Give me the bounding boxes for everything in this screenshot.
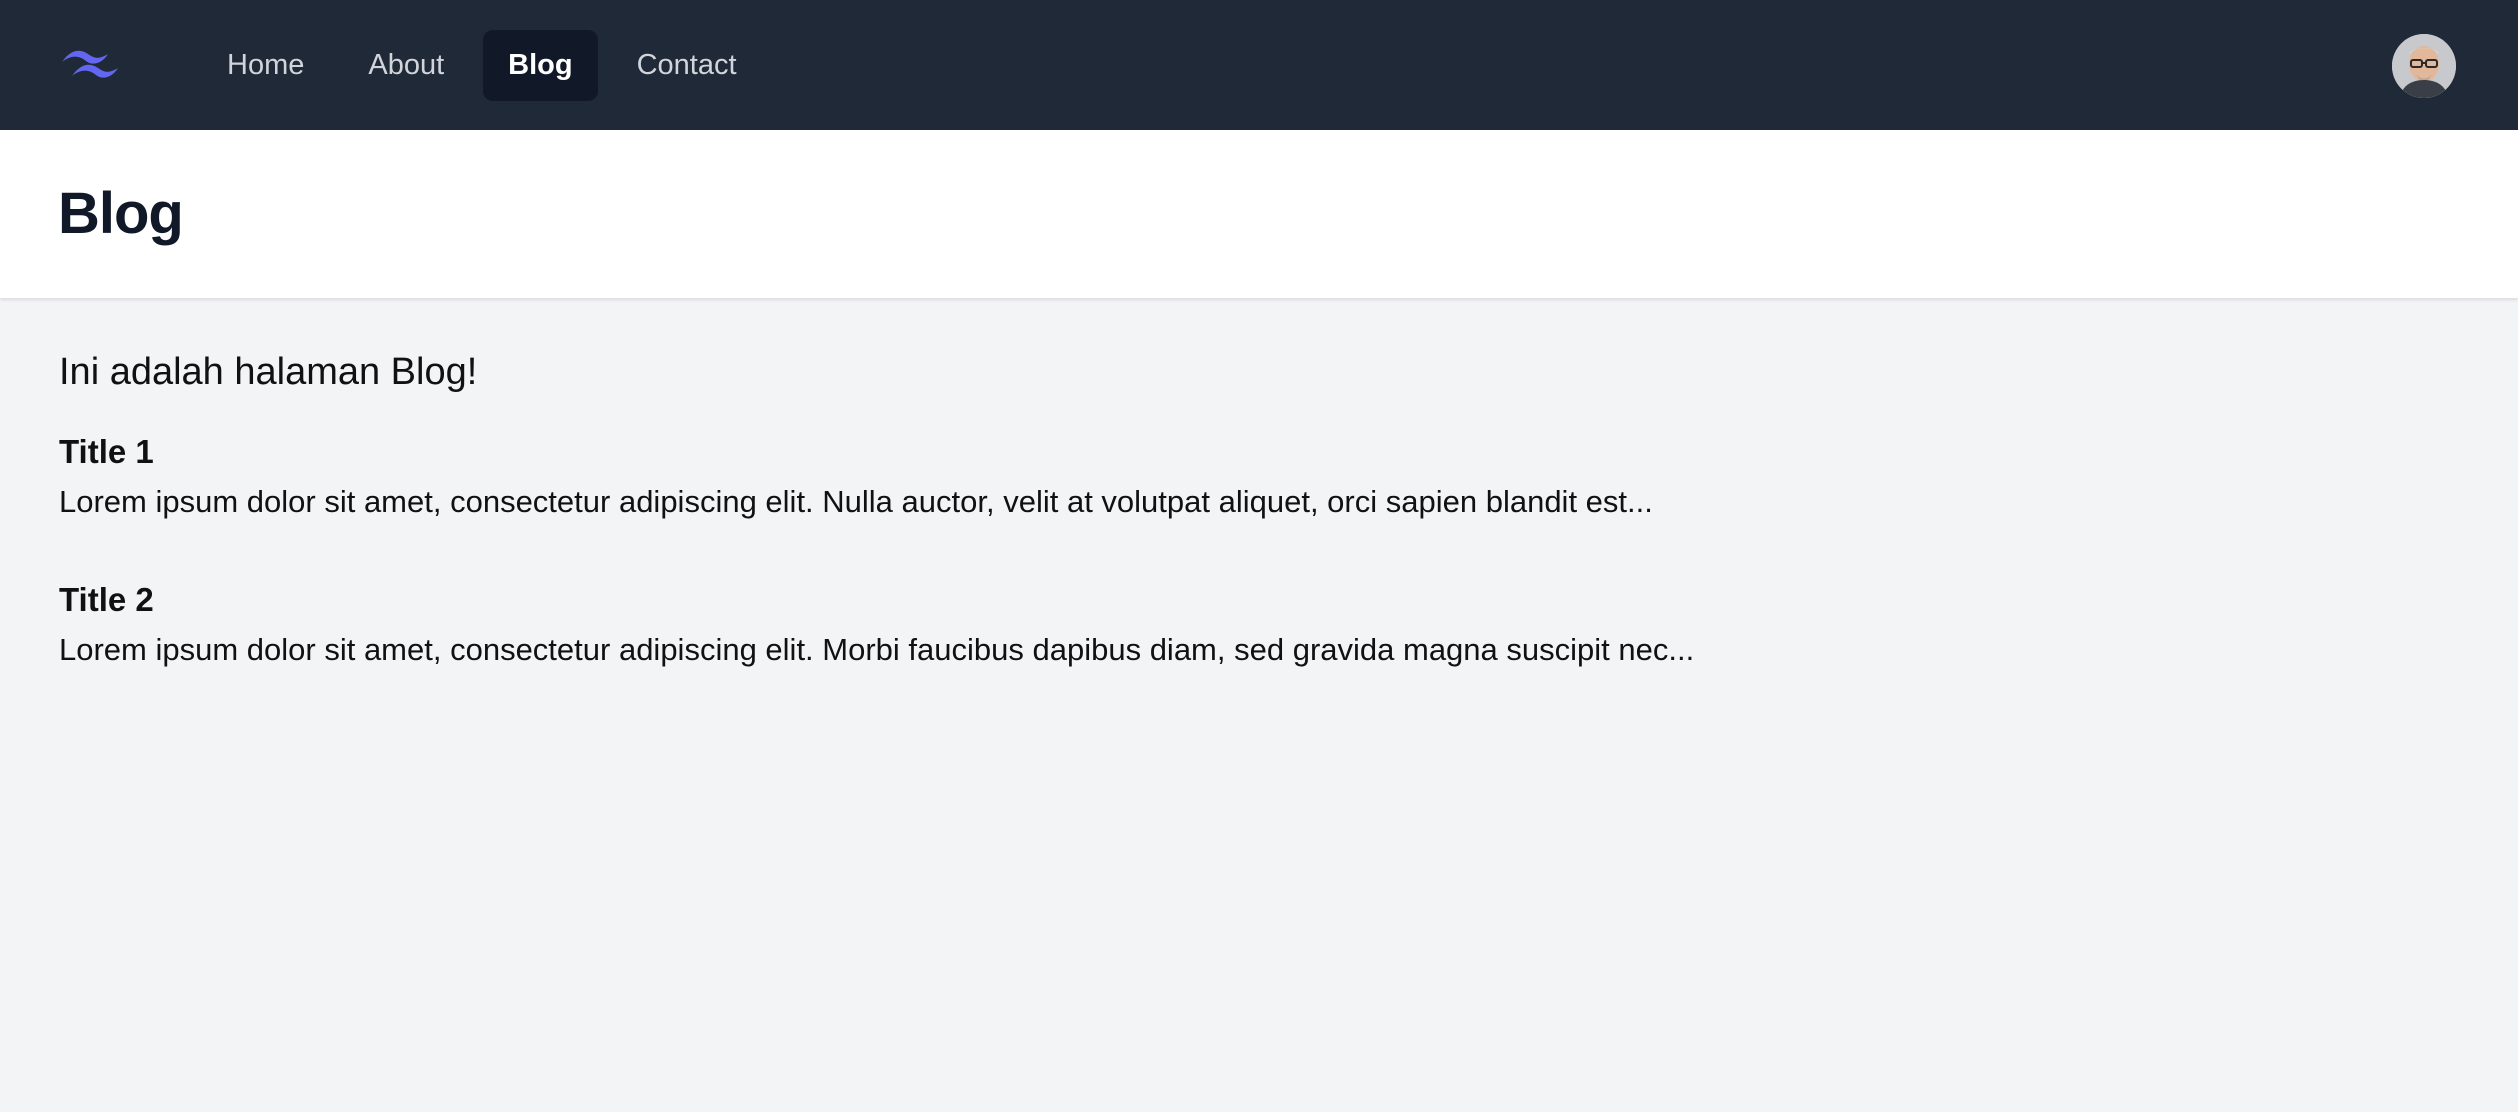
post-excerpt: Lorem ipsum dolor sit amet, consectetur …: [59, 632, 1695, 667]
nav-item-home[interactable]: Home: [202, 30, 329, 101]
blog-post: Title 1 Lorem ipsum dolor sit amet, cons…: [59, 432, 2359, 522]
nav-item-about[interactable]: About: [343, 30, 469, 101]
nav-links: Home About Blog Contact: [202, 30, 762, 101]
main-content: Ini adalah halaman Blog! Title 1 Lorem i…: [59, 348, 2359, 728]
nav-item-contact[interactable]: Contact: [612, 30, 762, 101]
top-navbar: Home About Blog Contact: [0, 0, 2518, 130]
blog-post: Title 2 Lorem ipsum dolor sit amet, cons…: [59, 580, 2359, 670]
post-title: Title 1: [59, 433, 154, 470]
intro-text: Ini adalah halaman Blog!: [59, 351, 478, 393]
page-header: Blog: [0, 130, 2518, 298]
logo-icon[interactable]: [58, 44, 122, 84]
post-excerpt: Lorem ipsum dolor sit amet, consectetur …: [59, 484, 1653, 519]
post-title: Title 2: [59, 581, 154, 618]
user-avatar[interactable]: [2392, 34, 2456, 98]
page-title: Blog: [58, 181, 184, 246]
nav-item-blog[interactable]: Blog: [483, 30, 598, 101]
